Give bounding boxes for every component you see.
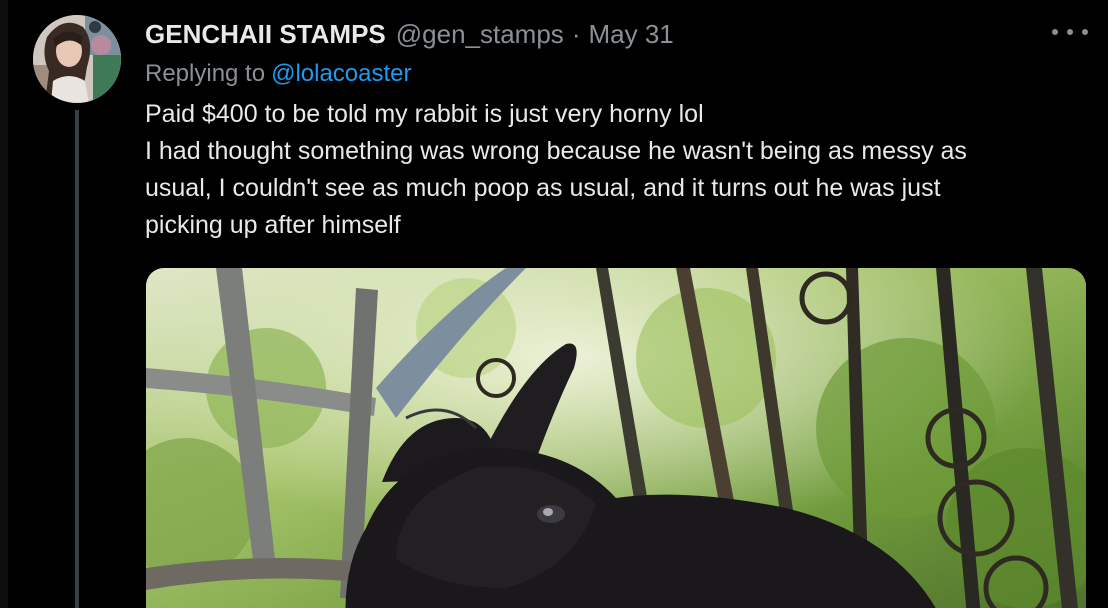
tweet-page: GENCHAII STAMPS @gen_stamps · May 31 Rep…	[0, 0, 1108, 608]
tweet-text-line: I had thought something was wrong becaus…	[145, 137, 967, 165]
replying-to-handle-link[interactable]: @lolacoaster	[271, 60, 411, 87]
tweet-media[interactable]	[146, 268, 1086, 608]
avatar-image	[33, 15, 121, 103]
tweet-date[interactable]: May 31	[588, 14, 673, 54]
display-name[interactable]: GENCHAII STAMPS	[145, 14, 386, 54]
tweet-text-line: Paid $400 to be told my rabbit is just v…	[145, 100, 704, 128]
more-dot	[1052, 29, 1058, 35]
rabbit-photo	[146, 268, 1086, 608]
replying-to: Replying to @lolacoaster	[145, 55, 412, 93]
more-dot	[1082, 29, 1088, 35]
more-horizontal-icon[interactable]	[1052, 22, 1088, 42]
left-edge	[0, 0, 8, 608]
tweet-text-line: picking up after himself	[145, 211, 401, 239]
avatar[interactable]	[33, 15, 121, 103]
tweet-text-line: usual, I couldn't see as much poop as us…	[145, 174, 941, 202]
user-handle[interactable]: @gen_stamps	[396, 14, 564, 54]
thread-line	[75, 110, 79, 608]
replying-to-label: Replying to	[145, 60, 266, 87]
more-dot	[1067, 29, 1073, 35]
tweet-text: Paid $400 to be told my rabbit is just v…	[145, 96, 1085, 244]
separator-dot: ·	[571, 19, 581, 49]
tweet-header: GENCHAII STAMPS @gen_stamps · May 31	[145, 14, 674, 54]
